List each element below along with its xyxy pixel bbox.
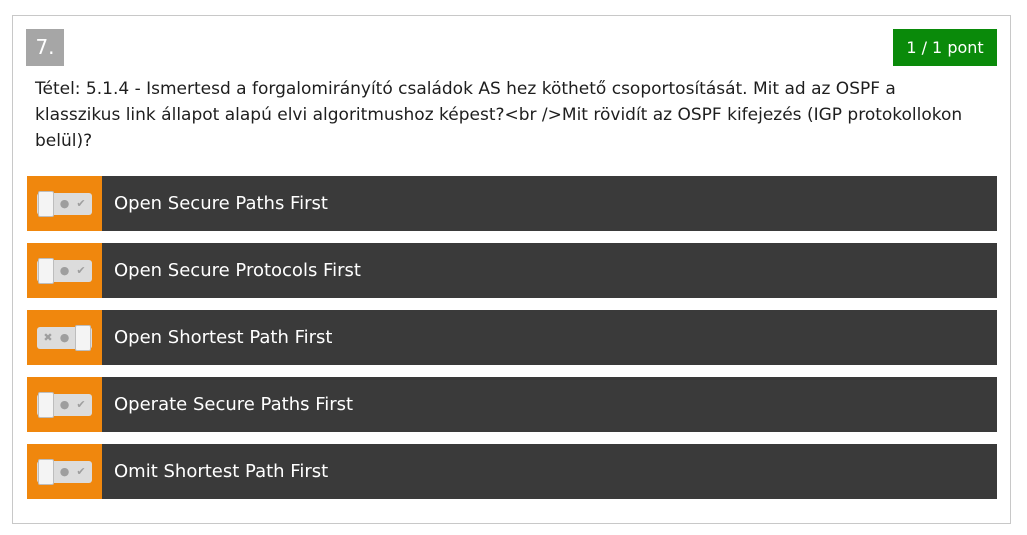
toggle-knob[interactable] — [38, 257, 54, 284]
toggle-knob[interactable] — [75, 324, 91, 351]
answer-option-label: Open Secure Paths First — [114, 193, 328, 214]
tristate-toggle-container[interactable]: ✖ ● ✔ — [27, 444, 102, 499]
check-icon: ✔ — [76, 464, 86, 478]
dot-icon: ● — [59, 330, 70, 344]
tristate-toggle-container[interactable]: ✖ ● ✔ — [27, 377, 102, 432]
tristate-toggle-container[interactable]: ✖ ● ✔ — [27, 310, 102, 365]
answer-option[interactable]: ✖ ● ✔ Open Shortest Path First — [27, 310, 997, 365]
dot-icon: ● — [59, 196, 70, 210]
check-icon: ✔ — [76, 263, 86, 277]
tristate-toggle-container[interactable]: ✖ ● ✔ — [27, 243, 102, 298]
answer-option[interactable]: ✖ ● ✔ Omit Shortest Path First — [27, 444, 997, 499]
answer-option-label: Open Secure Protocols First — [114, 260, 361, 281]
check-icon: ✔ — [76, 397, 86, 411]
check-icon: ✔ — [76, 196, 86, 210]
toggle-knob[interactable] — [38, 190, 54, 217]
tristate-toggle-container[interactable]: ✖ ● ✔ — [27, 176, 102, 231]
answer-option-label: Omit Shortest Path First — [114, 461, 329, 482]
tristate-toggle[interactable]: ✖ ● ✔ — [37, 324, 92, 351]
question-text: Tétel: 5.1.4 - Ismertesd a forgalomirány… — [35, 79, 963, 151]
score-badge: 1 / 1 pont — [893, 29, 997, 66]
answer-options: ✖ ● ✔ Open Secure Paths First ✖ ● ✔ Open… — [27, 176, 997, 511]
toggle-knob[interactable] — [38, 458, 54, 485]
dot-icon: ● — [59, 464, 70, 478]
cross-icon: ✖ — [43, 330, 53, 344]
dot-icon: ● — [59, 397, 70, 411]
toggle-knob[interactable] — [38, 391, 54, 418]
answer-option-label: Operate Secure Paths First — [114, 394, 354, 415]
question-card: 7. 1 / 1 pont Tétel: 5.1.4 - Ismertesd a… — [12, 15, 1011, 524]
answer-option[interactable]: ✖ ● ✔ Open Secure Protocols First — [27, 243, 997, 298]
tristate-toggle[interactable]: ✖ ● ✔ — [37, 190, 92, 217]
answer-option[interactable]: ✖ ● ✔ Open Secure Paths First — [27, 176, 997, 231]
tristate-toggle[interactable]: ✖ ● ✔ — [37, 458, 92, 485]
answer-option[interactable]: ✖ ● ✔ Operate Secure Paths First — [27, 377, 997, 432]
dot-icon: ● — [59, 263, 70, 277]
tristate-toggle[interactable]: ✖ ● ✔ — [37, 257, 92, 284]
question-number: 7. — [26, 29, 64, 66]
tristate-toggle[interactable]: ✖ ● ✔ — [37, 391, 92, 418]
answer-option-label: Open Shortest Path First — [114, 327, 333, 348]
